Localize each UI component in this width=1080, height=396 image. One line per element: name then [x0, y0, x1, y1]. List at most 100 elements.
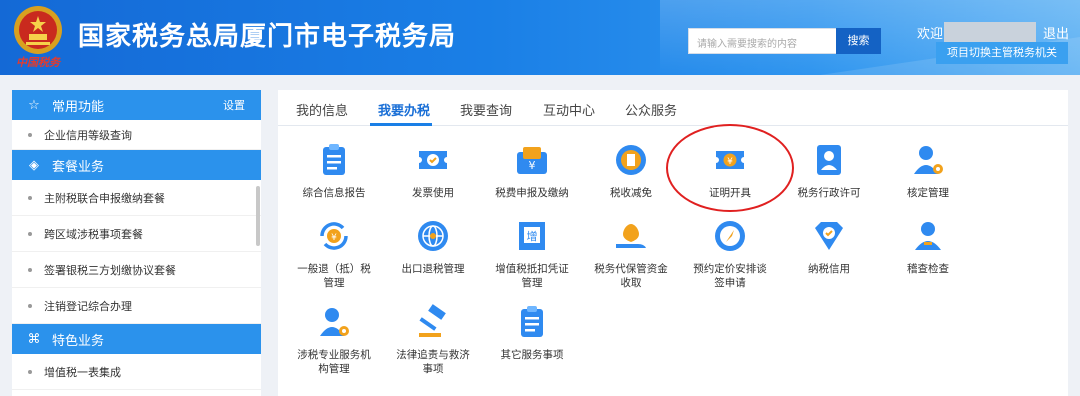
- sidebar-item[interactable]: 增值税一表集成: [12, 354, 261, 390]
- service-tax-declaration[interactable]: ¥ 税费申报及缴纳: [486, 142, 578, 202]
- bullet-icon: [28, 267, 32, 272]
- sidebar-item[interactable]: 跨区域涉税事项套餐: [12, 216, 261, 252]
- bullet-icon: [28, 132, 32, 137]
- sidebar-section-common[interactable]: ☆ 常用功能 设置: [12, 90, 261, 120]
- service-vat-deduction[interactable]: 增 增值税抵扣凭证 管理: [486, 218, 578, 290]
- yen-glyph: ¥: [331, 233, 337, 243]
- service-tax-credit[interactable]: 纳税信用: [783, 218, 875, 290]
- site-title: 国家税务总局厦门市电子税务局: [78, 22, 457, 52]
- service-label: 稽查检查: [907, 263, 949, 275]
- tab-my-info[interactable]: 我的信息: [296, 100, 348, 119]
- settings-link[interactable]: 设置: [223, 97, 245, 113]
- service-label: 涉税专业服务机 构管理: [297, 349, 371, 375]
- grid-icon: ⌘: [27, 331, 41, 347]
- sidebar-section-title: 常用功能: [52, 99, 105, 115]
- clipboard-icon: [323, 144, 345, 175]
- user-icon: [915, 222, 941, 250]
- sidebar: ☆ 常用功能 设置 企业信用等级查询 ◈ 套餐业务 主附税联合申报缴纳套餐 跨区…: [12, 90, 261, 396]
- service-label: 税收减免: [610, 187, 652, 199]
- tab-query[interactable]: 我要查询: [460, 100, 512, 119]
- tab-do-tax[interactable]: 我要办税: [378, 100, 430, 119]
- service-label: 综合信息报告: [302, 187, 366, 199]
- sidebar-section-special[interactable]: ⌘ 特色业务: [12, 324, 261, 354]
- service-export-refund[interactable]: 出口退税管理: [387, 218, 479, 290]
- sidebar-item-label: 跨区域涉税事项套餐: [44, 227, 143, 241]
- service-apa-application[interactable]: 预约定价安排谈 签申请: [684, 218, 776, 290]
- sidebar-item-label: 增值税一表集成: [44, 365, 121, 379]
- search-input[interactable]: 请输入需要搜索的内容: [688, 28, 836, 54]
- gavel-icon: [419, 304, 446, 337]
- globe-icon: [418, 221, 448, 251]
- sidebar-item[interactable]: 签署银税三方划缴协议套餐: [12, 252, 261, 288]
- service-info-report[interactable]: 综合信息报告: [288, 142, 380, 202]
- clipboard-icon: [521, 306, 543, 337]
- service-tax-reduction[interactable]: 税收减免: [585, 142, 677, 202]
- bullet-icon: [28, 195, 32, 200]
- id-card-icon: [817, 145, 841, 175]
- sidebar-item[interactable]: 注销登记综合办理: [12, 288, 261, 324]
- sidebar-item-label: 主附税联合申报缴纳套餐: [44, 191, 165, 205]
- sidebar-item[interactable]: 主附税联合申报缴纳套餐: [12, 180, 261, 216]
- bullet-icon: [28, 369, 32, 374]
- welcome-label: 欢迎: [917, 27, 944, 42]
- active-tab-indicator: [370, 123, 432, 126]
- service-label: 一般退（抵）税 管理: [297, 263, 371, 289]
- highlight-ellipse: [666, 124, 794, 212]
- user-gear-icon: [914, 146, 943, 174]
- wallet-icon: ¥: [517, 147, 547, 174]
- main-panel: 我的信息 我要办税 我要查询 互动中心 公众服务 综合信息报告 发票使用 ¥ 税…: [278, 90, 1068, 396]
- bullet-icon: [28, 231, 32, 236]
- service-fund-custody[interactable]: 税务代保管资金 收取: [585, 218, 677, 290]
- sidebar-item-label: 签署银税三方划缴协议套餐: [44, 263, 176, 277]
- service-assessment-management[interactable]: 核定管理: [882, 142, 974, 202]
- sidebar-section-title: 特色业务: [52, 333, 105, 349]
- zeng-glyph: 增: [527, 229, 538, 243]
- search-button[interactable]: 搜索: [836, 28, 881, 54]
- sidebar-scrollbar[interactable]: [256, 186, 260, 246]
- service-label: 法律追责与救济 事项: [396, 349, 470, 375]
- service-label: 核定管理: [907, 187, 949, 199]
- sidebar-item-label: 注销登记综合办理: [44, 299, 132, 313]
- star-icon: ☆: [28, 97, 40, 113]
- service-label: 税费申报及缴纳: [495, 187, 569, 199]
- yen-glyph: ¥: [529, 159, 536, 172]
- diamond-shield-icon: [815, 222, 843, 250]
- user-gear-icon: [320, 308, 349, 336]
- service-tax-refund[interactable]: ¥ 一般退（抵）税 管理: [288, 218, 380, 290]
- service-label: 预约定价安排谈 签申请: [693, 263, 767, 289]
- sidebar-item[interactable]: 企业信用等级查询: [12, 120, 261, 150]
- service-label: 出口退税管理: [401, 263, 465, 275]
- tax-emblem-icon: [14, 6, 62, 54]
- service-label: 其它服务事项: [500, 349, 564, 361]
- service-label: 发票使用: [412, 187, 454, 199]
- sidebar-section-title: 套餐业务: [52, 159, 105, 175]
- tab-public-service[interactable]: 公众服务: [625, 100, 677, 119]
- service-other[interactable]: 其它服务事项: [486, 304, 578, 384]
- emblem-calligraphy: 中国税务: [16, 56, 60, 69]
- service-legal-remedy[interactable]: 法律追责与救济 事项: [387, 304, 479, 384]
- tab-bar: 我的信息 我要办税 我要查询 互动中心 公众服务: [278, 90, 1068, 126]
- switch-tax-authority-button[interactable]: 项目切换主管税务机关: [936, 42, 1068, 64]
- layers-icon: ◈: [29, 157, 39, 173]
- masked-username: [944, 22, 1036, 42]
- tax-coin-icon: [616, 145, 646, 175]
- service-label: 纳税信用: [808, 263, 850, 275]
- ticket-check-icon: [419, 151, 447, 169]
- compass-icon: [715, 221, 745, 251]
- bullet-icon: [28, 303, 32, 308]
- sidebar-item-label: 企业信用等级查询: [44, 128, 132, 142]
- service-label: 税务代保管资金 收取: [594, 263, 668, 289]
- service-agency-management[interactable]: 涉税专业服务机 构管理: [288, 304, 380, 384]
- tab-interaction[interactable]: 互动中心: [543, 100, 595, 119]
- service-admin-permit[interactable]: 税务行政许可: [783, 142, 875, 202]
- service-label: 税务行政许可: [797, 187, 861, 199]
- money-bag-hand-icon: [616, 224, 646, 248]
- service-inspection[interactable]: 稽查检查: [882, 218, 974, 290]
- top-header: 中国税务 国家税务总局厦门市电子税务局 请输入需要搜索的内容 搜索 欢迎 退出 …: [0, 0, 1080, 75]
- service-label: 增值税抵扣凭证 管理: [495, 263, 569, 289]
- vat-ticket-icon: 增: [519, 222, 545, 250]
- service-invoice-use[interactable]: 发票使用: [387, 142, 479, 202]
- sidebar-section-package[interactable]: ◈ 套餐业务: [12, 150, 261, 180]
- logout-link[interactable]: 退出: [1043, 23, 1069, 42]
- refund-cycle-icon: ¥: [320, 222, 348, 250]
